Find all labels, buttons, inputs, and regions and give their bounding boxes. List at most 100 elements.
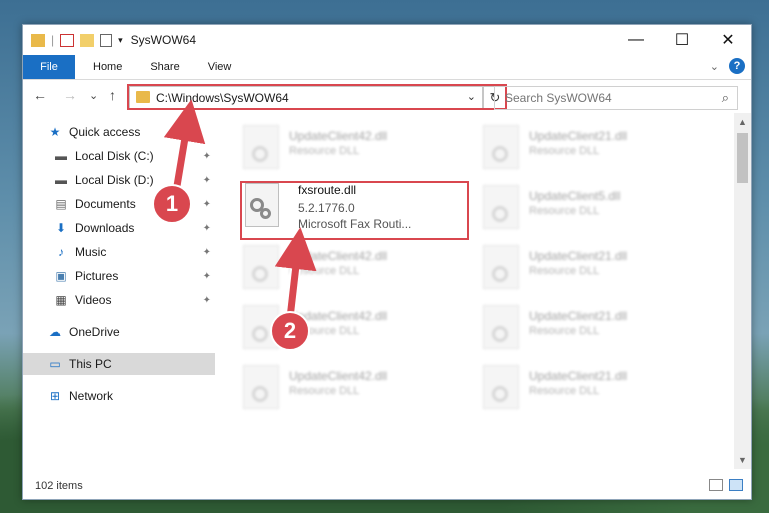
callout-step-1: 1: [152, 184, 192, 224]
file-type: Resource DLL: [529, 205, 600, 217]
minimize-button[interactable]: —: [613, 25, 659, 55]
file-name: UpdateClient21.dll: [529, 369, 628, 383]
download-icon: ⬇: [55, 221, 67, 235]
dll-file-icon: [243, 125, 279, 169]
sidebar-item-local-disk-c[interactable]: ▬ Local Disk (C:) ✦: [23, 145, 215, 167]
file-name: UpdateClient21.dll: [529, 249, 628, 263]
file-type: Resource DLL: [529, 385, 600, 397]
large-icons-view-icon[interactable]: [729, 479, 743, 491]
drive-icon: ▬: [55, 149, 67, 163]
tab-file[interactable]: File: [23, 55, 75, 79]
scroll-down-icon[interactable]: ▼: [734, 453, 751, 467]
pin-icon[interactable]: ✦: [203, 199, 211, 210]
search-box[interactable]: ⌕: [494, 86, 738, 110]
tab-view[interactable]: View: [194, 55, 246, 79]
file-name: UpdateClient21.dll: [529, 309, 628, 323]
up-arrow-icon[interactable]: ↑: [109, 87, 116, 103]
maximize-button[interactable]: ☐: [659, 25, 705, 55]
address-highlight-box: [127, 84, 507, 110]
sidebar-item-label: Local Disk (D:): [75, 173, 154, 187]
sidebar-item-pictures[interactable]: ▣ Pictures ✦: [23, 265, 215, 287]
quick-access-toolbar: | ▾: [23, 33, 123, 47]
file-name: UpdateClient42.dll: [289, 129, 388, 143]
sidebar-item-local-disk-d[interactable]: ▬ Local Disk (D:) ✦: [23, 169, 215, 191]
list-item[interactable]: UpdateClient5.dll Resource DLL: [483, 181, 693, 237]
expand-ribbon-icon[interactable]: ⌄: [710, 60, 719, 73]
file-highlight-box: [240, 181, 469, 240]
dll-file-icon: [483, 305, 519, 349]
sidebar-item-network[interactable]: ⊞ Network: [23, 385, 215, 407]
drive-icon: ▬: [55, 173, 67, 187]
sidebar-item-label: Local Disk (C:): [75, 149, 154, 163]
pin-icon[interactable]: ✦: [203, 295, 211, 306]
star-icon: ★: [49, 125, 61, 139]
explorer-window: | ▾ SysWOW64 — ☐ ✕ File Home Share View …: [22, 24, 752, 500]
ribbon-tabs: File Home Share View ⌄ ?: [23, 55, 751, 80]
list-item[interactable]: UpdateClient21.dll Resource DLL: [483, 241, 693, 297]
sidebar-item-label: Pictures: [75, 269, 119, 283]
pin-icon[interactable]: ✦: [203, 247, 211, 258]
title-bar: | ▾ SysWOW64 — ☐ ✕: [23, 25, 751, 55]
pictures-icon: ▣: [55, 269, 67, 283]
navigation-bar: ← → ⌄ ↑ C:\Windows\SysWOW64 ⌄ ↻ ⌕: [23, 82, 751, 112]
music-icon: ♪: [58, 245, 64, 259]
file-list: UpdateClient42.dll Resource DLL UpdateCl…: [233, 117, 733, 472]
file-name: UpdateClient42.dll: [289, 249, 388, 263]
sidebar-item-label: Network: [69, 389, 114, 403]
tab-share[interactable]: Share: [136, 55, 193, 79]
dll-file-icon: [243, 365, 279, 409]
sidebar-item-quick-access[interactable]: ★ Quick access: [23, 121, 215, 143]
list-item[interactable]: UpdateClient21.dll Resource DLL: [483, 301, 693, 357]
status-bar: 102 items: [23, 473, 751, 499]
callout-step-2: 2: [270, 311, 310, 351]
sidebar-item-this-pc[interactable]: ▭ This PC: [23, 353, 215, 375]
scrollbar-thumb[interactable]: [737, 133, 748, 183]
sidebar-item-label: This PC: [69, 357, 112, 371]
file-name: UpdateClient5.dll: [529, 189, 621, 203]
forward-arrow-icon[interactable]: →: [63, 87, 77, 103]
file-type: Resource DLL: [529, 265, 600, 277]
sidebar-item-videos[interactable]: ▦ Videos ✦: [23, 289, 215, 311]
help-icon[interactable]: ?: [729, 58, 745, 74]
file-type: Resource DLL: [289, 385, 360, 397]
separator: |: [51, 33, 55, 47]
navigation-pane: ★ Quick access ▬ Local Disk (C:) ✦ ▬ Loc…: [23, 121, 215, 466]
recent-locations-icon[interactable]: ⌄: [89, 89, 98, 102]
network-icon: ⊞: [49, 389, 61, 403]
pin-icon[interactable]: ✦: [203, 151, 211, 162]
pin-icon[interactable]: ✦: [203, 223, 211, 234]
list-item[interactable]: UpdateClient21.dll Resource DLL: [483, 121, 693, 177]
file-type: Resource DLL: [529, 325, 600, 337]
list-item[interactable]: UpdateClient42.dll Resource DLL: [243, 121, 453, 177]
search-icon[interactable]: ⌕: [722, 90, 729, 106]
sidebar-item-downloads[interactable]: ⬇ Downloads ✦: [23, 217, 215, 239]
file-type: Resource DLL: [289, 265, 360, 277]
search-input[interactable]: [503, 90, 707, 106]
pin-icon[interactable]: ✦: [203, 175, 211, 186]
cloud-icon: ☁: [49, 325, 61, 339]
window-title: SysWOW64: [130, 33, 196, 47]
vertical-scrollbar[interactable]: ▲ ▼: [734, 113, 751, 469]
dll-file-icon: [483, 365, 519, 409]
back-arrow-icon[interactable]: ←: [33, 87, 47, 103]
customize-toolbar-icon[interactable]: [100, 33, 113, 47]
toolbar-dropdown-icon[interactable]: ▾: [118, 35, 123, 46]
new-folder-icon[interactable]: [80, 33, 95, 47]
close-button[interactable]: ✕: [705, 25, 751, 55]
list-item[interactable]: UpdateClient21.dll Resource DLL: [483, 361, 693, 417]
dll-file-icon: [483, 245, 519, 289]
pin-icon[interactable]: ✦: [203, 271, 211, 282]
sidebar-item-music[interactable]: ♪ Music ✦: [23, 241, 215, 263]
item-count: 102 items: [35, 480, 83, 492]
details-view-icon[interactable]: [709, 479, 723, 491]
list-item[interactable]: UpdateClient42.dll Resource DLL: [243, 241, 453, 297]
sidebar-item-onedrive[interactable]: ☁ OneDrive: [23, 321, 215, 343]
sidebar-item-label: Documents: [75, 197, 136, 211]
sidebar-item-label: Downloads: [75, 221, 135, 235]
properties-icon[interactable]: [60, 33, 75, 47]
sidebar-item-label: OneDrive: [69, 325, 120, 339]
sidebar-item-label: Music: [75, 245, 107, 259]
scroll-up-icon[interactable]: ▲: [734, 115, 751, 129]
list-item[interactable]: UpdateClient42.dll Resource DLL: [243, 361, 453, 417]
tab-home[interactable]: Home: [75, 55, 136, 79]
